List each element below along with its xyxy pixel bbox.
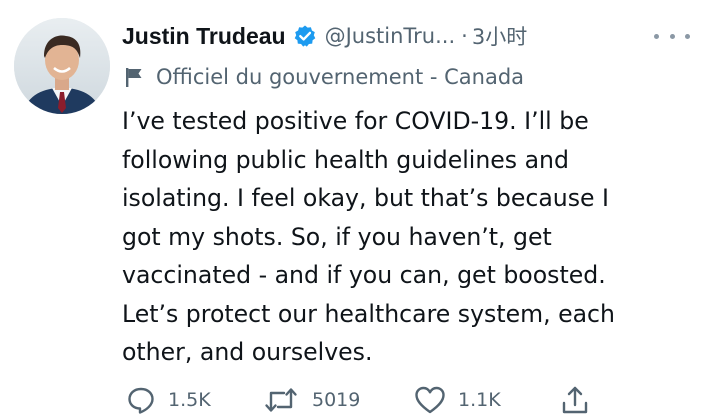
reply-button[interactable]: 1.5K [126, 382, 211, 418]
flag-icon [124, 66, 144, 88]
like-icon [414, 385, 446, 415]
like-button[interactable]: 1.1K [414, 382, 501, 418]
author-handle[interactable]: @JustinTru... [325, 24, 456, 48]
retweet-button[interactable]: 5019 [264, 382, 360, 418]
tweet-header: Justin Trudeau @JustinTru... · 3小时 [122, 20, 527, 52]
like-count: 1.1K [458, 389, 501, 411]
share-button[interactable] [560, 382, 590, 418]
tweet-text: I’ve tested positive for COVID-19. I’ll … [122, 107, 615, 366]
retweet-count: 5019 [312, 389, 361, 411]
more-icon[interactable] [654, 26, 690, 46]
tweet-card[interactable]: Justin Trudeau @JustinTru... · 3小时 Offic… [0, 0, 715, 417]
separator-dot: · [461, 24, 468, 48]
author-name[interactable]: Justin Trudeau [122, 23, 286, 50]
tweet-timestamp[interactable]: 3小时 [472, 21, 527, 51]
avatar[interactable] [14, 18, 110, 114]
reply-icon [126, 385, 156, 415]
tweet-actions: 1.5K 5019 1.1K [126, 382, 606, 418]
reply-count: 1.5K [168, 389, 211, 411]
account-label: Officiel du gouvernement - Canada [124, 62, 524, 92]
account-label-text: Officiel du gouvernement - Canada [156, 65, 525, 89]
share-icon [560, 385, 590, 415]
retweet-icon [264, 385, 298, 415]
avatar-image [14, 18, 110, 114]
verified-badge-icon [293, 24, 317, 48]
